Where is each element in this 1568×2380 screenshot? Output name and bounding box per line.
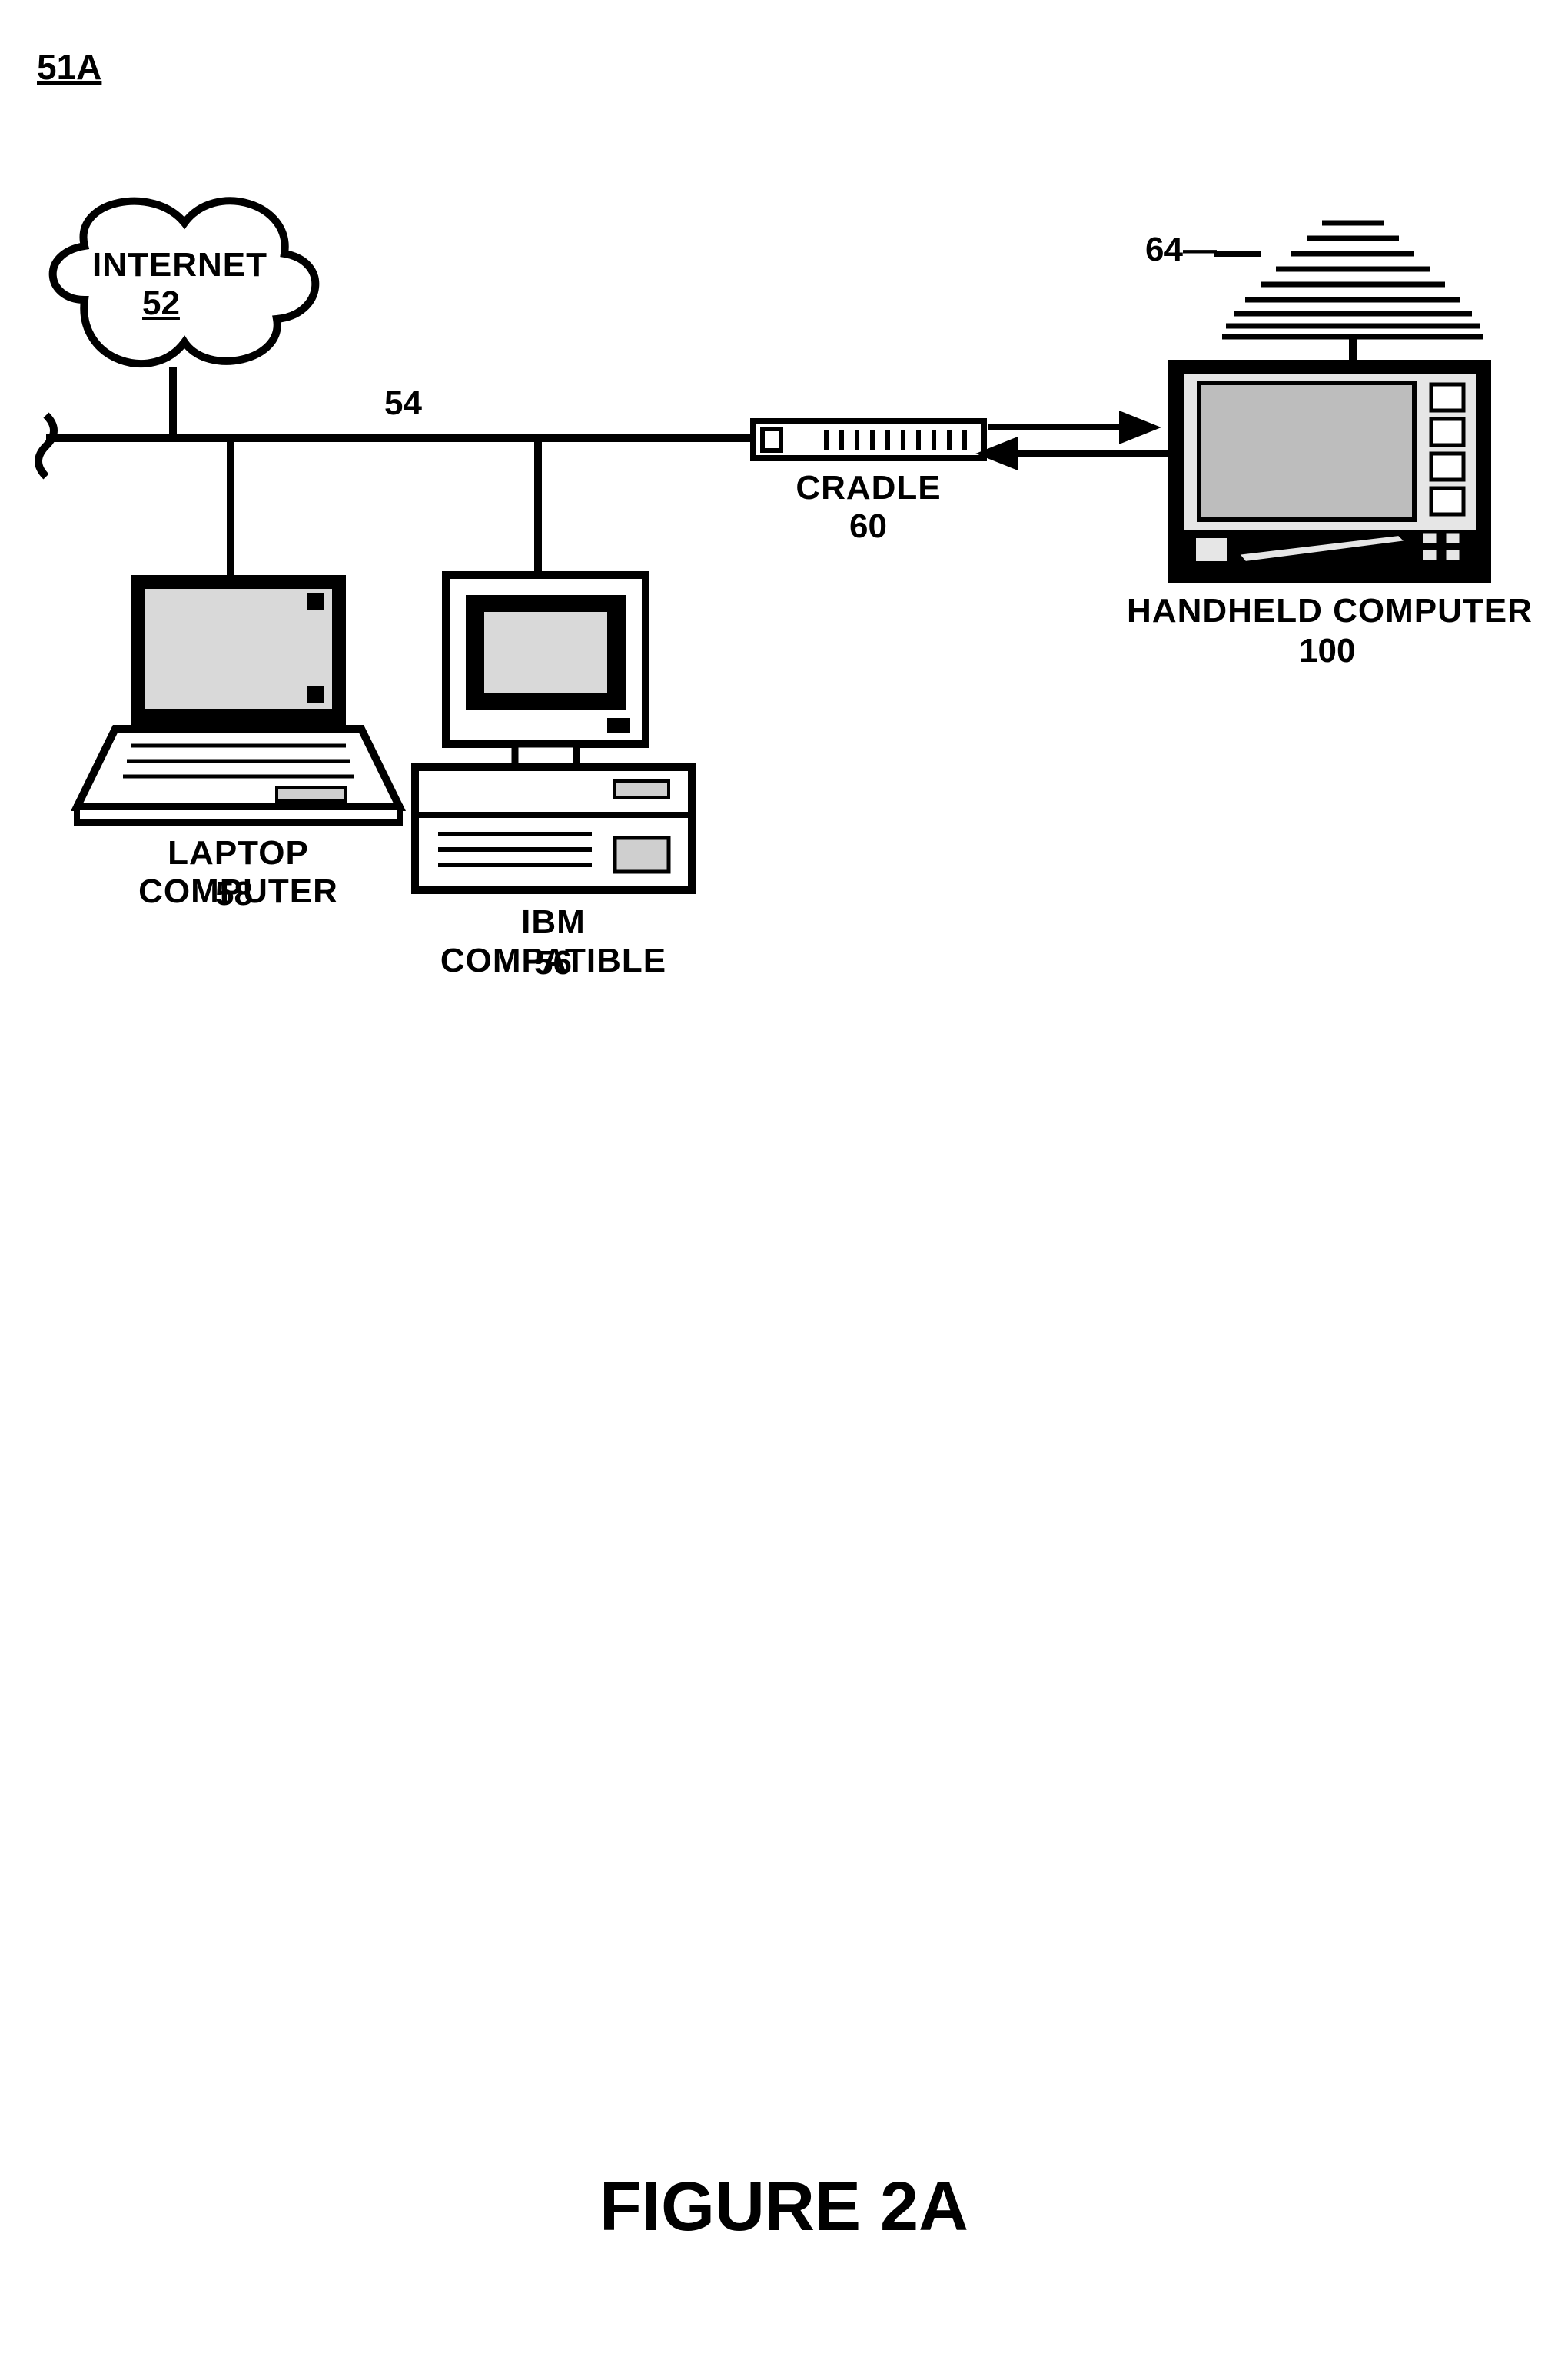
cradle-handheld-link [984, 415, 1184, 500]
pc-icon [415, 575, 692, 890]
antenna-icon [1222, 223, 1483, 361]
diagram-canvas [0, 0, 1568, 2380]
pc-ref: 56 [534, 944, 572, 982]
laptop-ref: 58 [215, 875, 253, 913]
internet-ref: 52 [142, 284, 180, 323]
internet-cloud [53, 201, 316, 438]
handheld-label: HANDHELD COMPUTER [1115, 592, 1545, 630]
handheld-icon [1168, 360, 1491, 583]
laptop-icon [77, 575, 400, 823]
figure-caption: FIGURE 2A [0, 2168, 1568, 2247]
cradle-label: CRADLE [792, 469, 945, 507]
cradle-ref: 60 [849, 507, 887, 546]
internet-label: INTERNET [92, 246, 246, 284]
antenna-ref: 64— [1145, 231, 1217, 269]
bus-ref: 54 [384, 384, 422, 423]
handheld-ref: 100 [1299, 632, 1355, 670]
cradle-icon [753, 421, 984, 458]
